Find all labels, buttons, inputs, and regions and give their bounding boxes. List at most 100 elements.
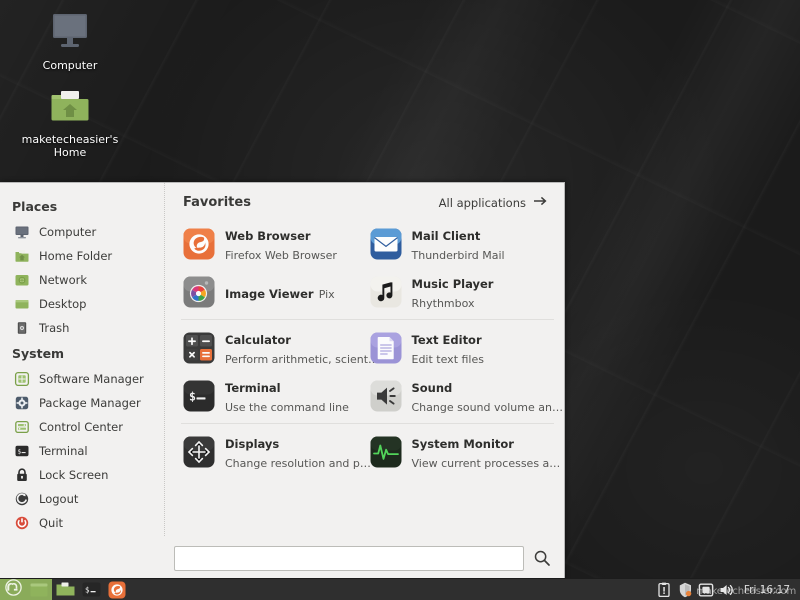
system-heading: System	[0, 340, 164, 367]
menu-button[interactable]	[0, 579, 26, 600]
favorite-item-desc: Pix	[319, 288, 335, 301]
sidebar-item-package-manager[interactable]: Package Manager	[0, 391, 164, 415]
sidebar-item-network[interactable]: Network	[0, 268, 164, 292]
favorite-item-mail-client[interactable]: Mail Client Thunderbird Mail	[368, 220, 555, 268]
sidebar-item-desktop[interactable]: Desktop	[0, 292, 164, 316]
sidebar-item-control-center[interactable]: Control Center	[0, 415, 164, 439]
menu-body: Places Computer	[0, 183, 564, 536]
sidebar-item-lock-screen[interactable]: Lock Screen	[0, 463, 164, 487]
system-tray: Fri 16:17	[656, 582, 800, 598]
sidebar-item-label: Logout	[39, 492, 78, 506]
sidebar-item-label: Home Folder	[39, 249, 112, 263]
terminal-icon: $	[183, 380, 215, 412]
favorite-item-text: Text Editor Edit text files	[412, 329, 549, 367]
home-folder-icon	[14, 82, 126, 130]
favorite-item-system-monitor[interactable]: System Monitor View current processes a…	[368, 428, 555, 476]
terminal-icon: $	[14, 443, 30, 459]
trash-icon	[14, 320, 30, 336]
favorite-item-desc: Edit text files	[412, 353, 485, 366]
favorites-header: Favorites All applications	[181, 195, 554, 220]
favorite-item-name: Image Viewer	[225, 287, 314, 301]
control-center-icon	[14, 419, 30, 435]
calculator-icon	[183, 332, 215, 364]
thunderbird-icon	[370, 228, 402, 260]
favorite-item-calculator[interactable]: Calculator Perform arithmetic, scient…	[181, 324, 368, 372]
favorite-item-music-player[interactable]: Music Player Rhythmbox	[368, 268, 555, 316]
search-input[interactable]	[174, 546, 524, 571]
terminal-icon[interactable]: $	[78, 579, 104, 600]
favorite-item-displays[interactable]: Displays Change resolution and p…	[181, 428, 368, 476]
favorite-item-desc: Thunderbird Mail	[412, 249, 505, 262]
desktop-icon-area: Computer maketecheasier's Home	[14, 8, 126, 169]
menu-search-row	[0, 536, 564, 580]
files-folder-icon[interactable]	[52, 579, 78, 600]
favorite-item-web-browser[interactable]: Web Browser Firefox Web Browser	[181, 220, 368, 268]
favorite-item-sound[interactable]: Sound Change sound volume an…	[368, 372, 555, 420]
favorite-item-name: Sound	[412, 381, 453, 395]
favorite-item-desc: Change resolution and p…	[225, 457, 371, 470]
favorite-item-text: Terminal Use the command line	[225, 377, 362, 415]
search-icon[interactable]	[532, 548, 552, 568]
favorite-item-desc: View current processes a…	[412, 457, 561, 470]
taskbar[interactable]: $	[0, 578, 800, 600]
update-manager-icon[interactable]	[656, 582, 672, 598]
favorite-item-text: Web Browser Firefox Web Browser	[225, 225, 362, 263]
favorite-item-image-viewer[interactable]: Image Viewer Pix	[181, 268, 368, 316]
favorite-item-name: Terminal	[225, 381, 281, 395]
linux-mint-logo-icon	[5, 579, 22, 600]
svg-text:$: $	[189, 389, 196, 403]
all-applications-button[interactable]: All applications	[439, 195, 548, 210]
rhythmbox-icon	[370, 276, 402, 308]
favorite-item-text: Sound Change sound volume an…	[412, 377, 549, 415]
sidebar-item-logout[interactable]: Logout	[0, 487, 164, 511]
desktop-icon-computer[interactable]: Computer	[14, 8, 126, 72]
favorite-item-text: Calculator Perform arithmetic, scient…	[225, 329, 362, 367]
show-desktop-icon[interactable]	[26, 579, 52, 600]
desktop-icon-home[interactable]: maketecheasier's Home	[14, 82, 126, 159]
menu-sidebar: Places Computer	[0, 183, 165, 536]
desktop[interactable]: Computer maketecheasier's Home Places	[0, 0, 800, 600]
sidebar-item-home-folder[interactable]: Home Folder	[0, 244, 164, 268]
favorite-item-name: Web Browser	[225, 229, 311, 243]
application-menu-panel[interactable]: Places Computer	[0, 182, 565, 580]
favorite-item-terminal[interactable]: $ Terminal Use the command line	[181, 372, 368, 420]
removable-drive-icon[interactable]	[698, 582, 714, 598]
arrow-right-icon	[533, 195, 548, 210]
sidebar-item-trash[interactable]: Trash	[0, 316, 164, 340]
sidebar-item-label: Quit	[39, 516, 63, 530]
all-applications-label: All applications	[439, 196, 526, 210]
sidebar-item-label: Software Manager	[39, 372, 144, 386]
sidebar-item-quit[interactable]: Quit	[0, 511, 164, 535]
firefox-icon	[183, 228, 215, 260]
favorite-item-desc: Perform arithmetic, scient…	[225, 353, 379, 366]
sidebar-item-label: Terminal	[39, 444, 88, 458]
favorites-separator	[181, 423, 554, 424]
sidebar-item-software-manager[interactable]: Software Manager	[0, 367, 164, 391]
text-editor-icon	[370, 332, 402, 364]
favorite-item-text-editor[interactable]: Text Editor Edit text files	[368, 324, 555, 372]
desktop-icon-label: maketecheasier's Home	[14, 133, 126, 159]
favorite-item-name: Mail Client	[412, 229, 481, 243]
favorite-item-text: Displays Change resolution and p…	[225, 433, 362, 471]
clock[interactable]: Fri 16:17	[740, 584, 796, 596]
favorites-pane: Favorites All applications	[165, 183, 564, 536]
favorite-item-text: Music Player Rhythmbox	[412, 273, 549, 311]
home-folder-icon	[14, 248, 30, 264]
sidebar-item-terminal[interactable]: $ Terminal	[0, 439, 164, 463]
firewall-shield-icon[interactable]	[677, 582, 693, 598]
favorites-title: Favorites	[183, 195, 251, 210]
svg-text:$: $	[17, 447, 21, 455]
lock-icon	[14, 467, 30, 483]
favorite-item-name: Calculator	[225, 333, 291, 347]
favorite-item-name: Music Player	[412, 277, 494, 291]
desktop-icon-label: Computer	[14, 59, 126, 72]
desktop-icon	[14, 296, 30, 312]
package-manager-icon	[14, 395, 30, 411]
computer-monitor-icon	[14, 8, 126, 56]
favorites-separator	[181, 319, 554, 320]
sidebar-item-label: Desktop	[39, 297, 86, 311]
firefox-icon[interactable]	[104, 579, 130, 600]
volume-speaker-icon[interactable]	[719, 582, 735, 598]
favorite-item-desc: Change sound volume an…	[412, 401, 563, 414]
sidebar-item-computer[interactable]: Computer	[0, 220, 164, 244]
